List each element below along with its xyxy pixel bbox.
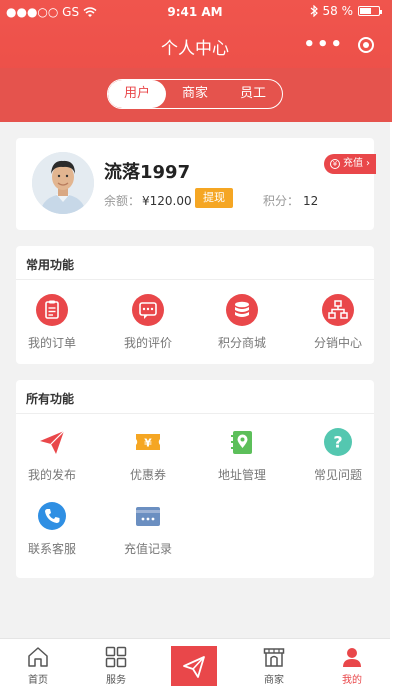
faq-button[interactable]: ? 常见问题 [298, 426, 378, 483]
tab-services[interactable]: 服务 [86, 645, 146, 686]
balance: 余额： ¥120.00 [104, 192, 192, 209]
profile-card: 流落1997 余额： ¥120.00 提现 积分： 12 ¥ 充值 › [16, 138, 376, 230]
item-label: 我的订单 [27, 336, 76, 350]
my-posts-button[interactable]: 我的发布 [12, 426, 92, 483]
points-value: 12 [303, 194, 319, 208]
card-icon [136, 507, 160, 526]
home-icon [28, 647, 48, 667]
item-label: 优惠券 [129, 468, 166, 482]
tab-home[interactable]: 首页 [8, 645, 68, 686]
coupon-icon: ¥ [136, 434, 160, 450]
recharge-button[interactable]: ¥ 充值 › [324, 154, 376, 174]
avatar[interactable] [32, 152, 94, 214]
divider [16, 413, 374, 414]
contact-support-button[interactable]: 联系客服 [12, 500, 92, 557]
item-label: 分销中心 [313, 336, 362, 350]
my-reviews-button[interactable]: 我的评价 [108, 294, 188, 351]
item-label: 充值记录 [123, 542, 172, 556]
tab-label: 我的 [342, 675, 362, 686]
shop-icon [263, 648, 285, 667]
status-bar: ●●●○○ GS 9:41 AM 58 % [0, 0, 390, 24]
recharge-label: 充值 [343, 158, 363, 169]
header: ●●●○○ GS 9:41 AM 58 % 个人中心 ••• 用户 商家 员工 [0, 0, 390, 122]
segment-staff[interactable]: 员工 [224, 80, 282, 108]
points-mall-button[interactable]: 积分商城 [202, 294, 282, 351]
recharge-icon: ¥ [330, 159, 340, 169]
tab-label: 首页 [28, 675, 48, 686]
item-label: 我的发布 [27, 468, 76, 482]
item-label: 积分商城 [217, 336, 266, 350]
user-icon [343, 648, 361, 667]
all-functions-card: 所有功能 我的发布 ¥ 优惠券 地址管理 ? 常见问题 联系客服 充值记录 [16, 380, 374, 578]
address-management-button[interactable]: 地址管理 [202, 426, 282, 483]
adjacent-screen-edge [390, 0, 400, 700]
chevron-right-icon: › [366, 158, 370, 169]
phone-icon [38, 502, 66, 530]
center-publish-button[interactable] [171, 646, 217, 686]
tab-merchant[interactable]: 商家 [244, 645, 304, 686]
item-label: 地址管理 [217, 468, 266, 482]
common-functions-card: 常用功能 我的订单 我的评价 积分商城 分销中心 [16, 246, 374, 364]
points: 积分： 12 [263, 192, 318, 209]
section-title: 常用功能 [26, 258, 75, 272]
phone-screen: ●●●○○ GS 9:41 AM 58 % 个人中心 ••• 用户 商家 员工 … [0, 0, 390, 700]
section-title: 所有功能 [26, 392, 75, 406]
balance-label: 余额： [104, 194, 141, 208]
grid-icon [105, 646, 127, 668]
svg-text:¥: ¥ [144, 437, 152, 450]
points-mall-icon [226, 294, 258, 326]
send-icon [183, 656, 205, 678]
battery-percent: 58 % [322, 4, 354, 18]
tab-label: 商家 [264, 675, 284, 686]
withdraw-button[interactable]: 提现 [195, 188, 233, 208]
bluetooth-icon [310, 5, 318, 17]
username: 流落1997 [104, 162, 191, 183]
role-segment-control: 用户 商家 员工 [107, 79, 283, 109]
tab-mine[interactable]: 我的 [322, 645, 382, 686]
balance-value: ¥120.00 [142, 194, 192, 208]
tab-label: 服务 [106, 675, 126, 686]
order-icon [36, 294, 68, 326]
review-icon [132, 294, 164, 326]
distribution-icon [322, 294, 354, 326]
my-orders-button[interactable]: 我的订单 [12, 294, 92, 351]
coupons-button[interactable]: ¥ 优惠券 [108, 426, 188, 483]
item-label: 常见问题 [313, 468, 362, 482]
distribution-center-button[interactable]: 分销中心 [298, 294, 378, 351]
segment-user[interactable]: 用户 [108, 80, 166, 108]
paper-plane-icon [40, 430, 65, 454]
battery-icon [358, 6, 382, 16]
segment-merchant[interactable]: 商家 [166, 80, 224, 108]
recharge-records-button[interactable]: 充值记录 [108, 500, 188, 557]
points-label: 积分： [263, 194, 300, 208]
svg-text:?: ? [333, 433, 342, 452]
target-icon[interactable] [358, 37, 374, 53]
divider [16, 279, 374, 280]
location-book-icon [231, 431, 252, 454]
nav-bar: 个人中心 ••• [0, 28, 390, 62]
question-icon: ? [324, 428, 352, 456]
more-icon[interactable]: ••• [303, 34, 344, 55]
item-label: 我的评价 [123, 336, 172, 350]
item-label: 联系客服 [27, 542, 76, 556]
